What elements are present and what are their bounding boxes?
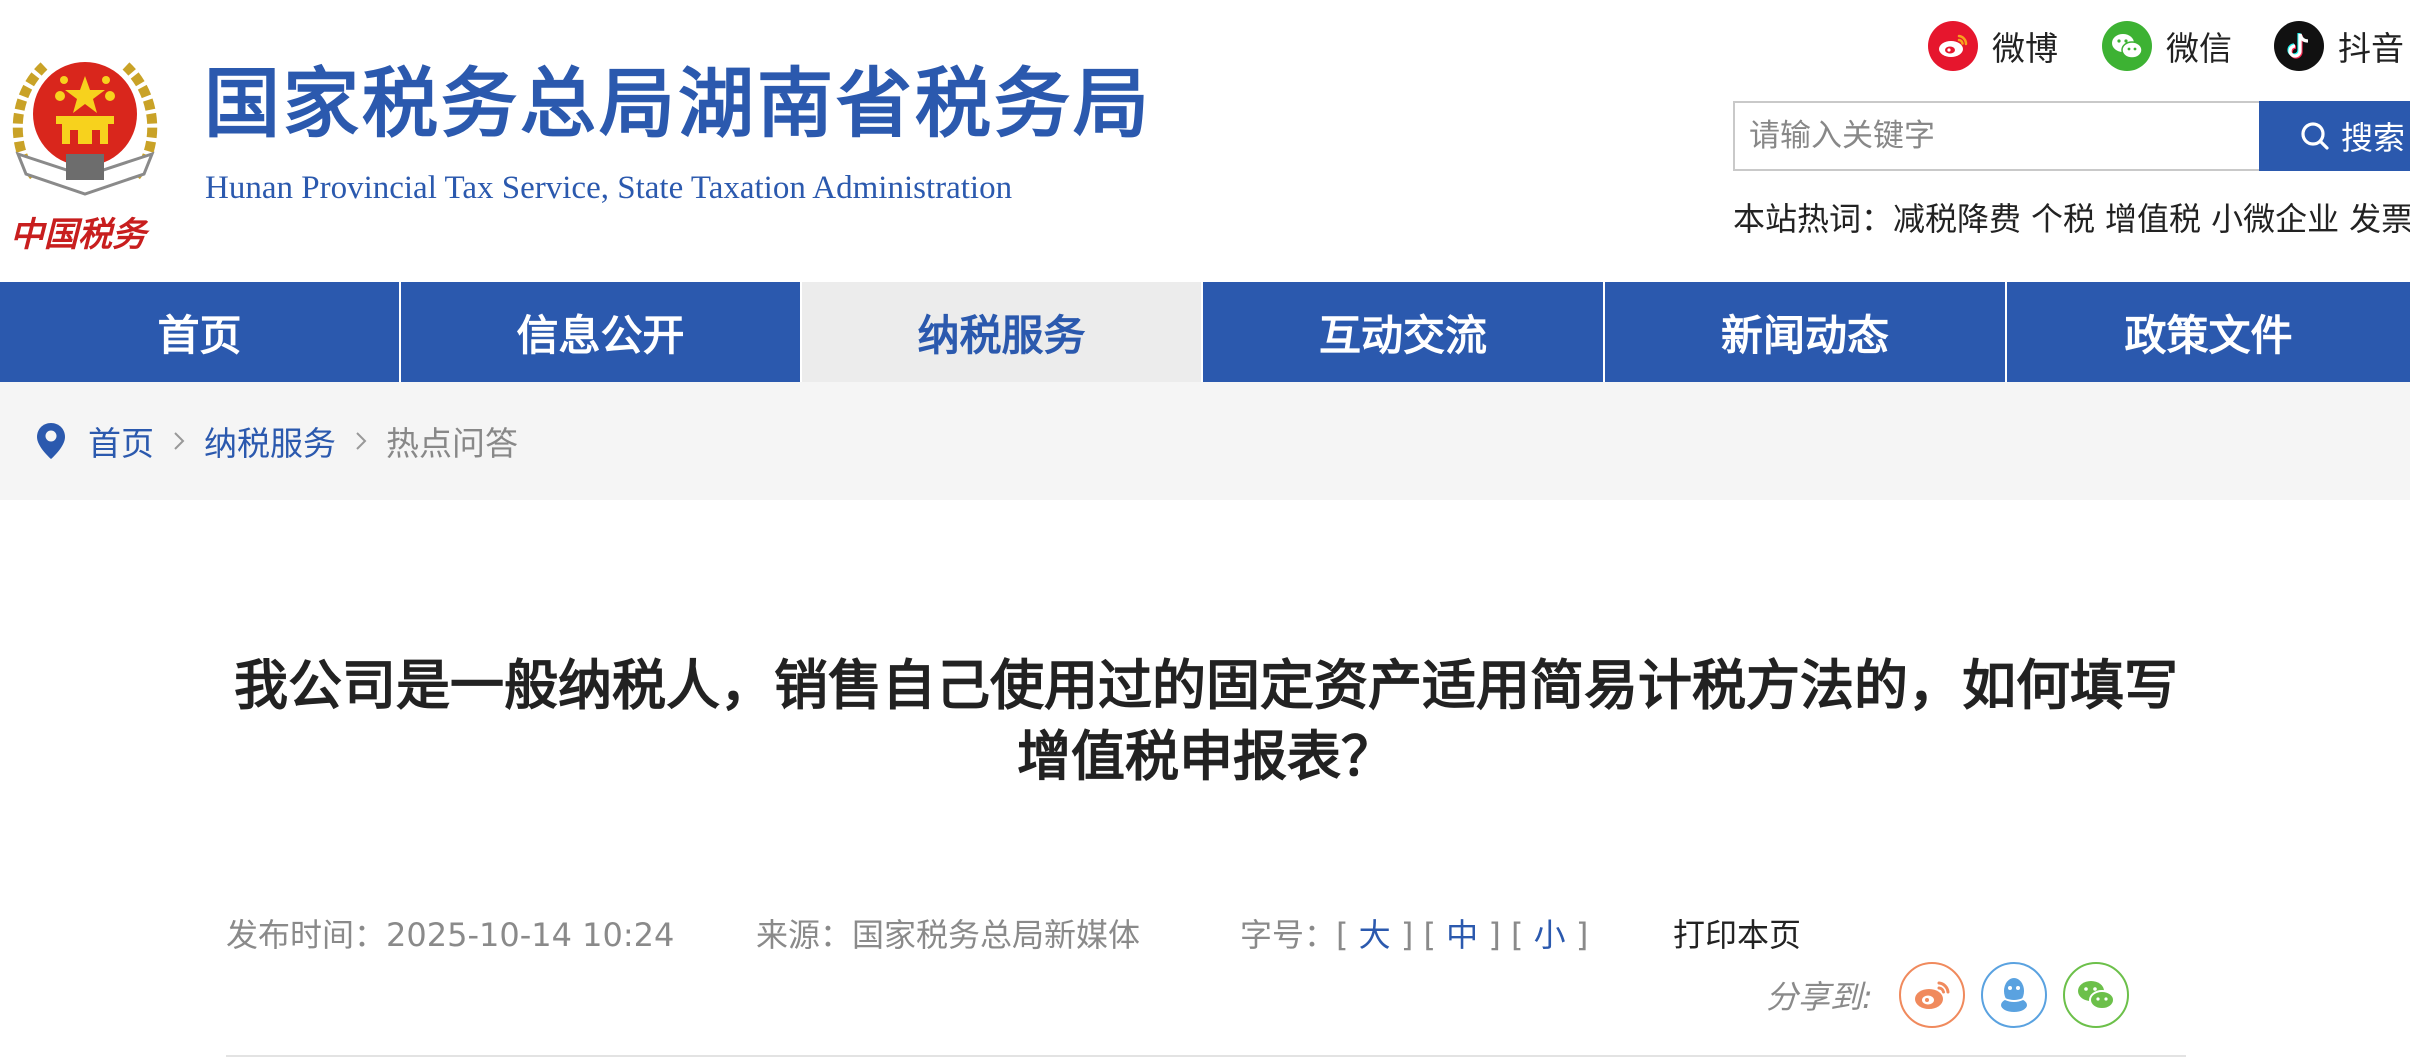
nav-item-policy-docs[interactable]: 政策文件: [2007, 282, 2410, 382]
publish-time-label: 发布时间：: [226, 916, 387, 954]
nav-item-news[interactable]: 新闻动态: [1605, 282, 2007, 382]
font-size-medium[interactable]: 中: [1446, 916, 1478, 954]
source-label: 来源：: [756, 916, 853, 954]
publish-time: 发布时间：2025-10-14 10:24: [226, 910, 674, 956]
nav-item-home[interactable]: 首页: [0, 282, 401, 382]
site-title[interactable]: 国家税务总局湖南省税务局: [204, 66, 1152, 142]
wechat-link[interactable]: 微信: [2102, 20, 2232, 72]
font-size-small[interactable]: 小: [1534, 916, 1566, 954]
wechat-label: 微信: [2166, 29, 2232, 68]
font-size-large[interactable]: 大: [1359, 916, 1391, 954]
breadcrumb-current: 热点问答: [386, 424, 518, 463]
hotword-link[interactable]: 减税降费: [1893, 194, 2021, 240]
weibo-label: 微博: [1992, 29, 2058, 68]
location-pin-icon: [37, 423, 65, 459]
nav-item-interaction[interactable]: 互动交流: [1203, 282, 1605, 382]
hotword-link[interactable]: 个税: [2031, 194, 2095, 240]
douyin-icon: [2274, 21, 2324, 71]
publish-time-value: 2025-10-14 10:24: [386, 916, 675, 954]
search-input[interactable]: [1735, 103, 2259, 169]
search-box: [1733, 101, 2259, 171]
hotword-link[interactable]: 增值税: [2105, 194, 2201, 240]
content-divider: [226, 1055, 2186, 1057]
chevron-right-icon: [354, 429, 368, 453]
article-source: 来源：国家税务总局新媒体: [756, 910, 1140, 956]
wechat-share-icon[interactable]: [2062, 962, 2129, 1028]
search-button[interactable]: 搜索: [2259, 101, 2410, 171]
hotword-link[interactable]: 发票: [2349, 194, 2410, 240]
weibo-icon: [1928, 21, 1978, 71]
site-header: 中国税务 国家税务总局湖南省税务局 Hunan Provincial Tax S…: [0, 0, 2410, 282]
breadcrumb: 首页 纳税服务 热点问答: [0, 382, 2410, 500]
national-emblem-logo[interactable]: 中国税务: [4, 36, 166, 256]
breadcrumb-home[interactable]: 首页: [88, 417, 154, 465]
print-page-link[interactable]: 打印本页: [1673, 910, 1801, 956]
weibo-share-icon[interactable]: [1898, 962, 1965, 1028]
main-nav: 首页 信息公开 纳税服务 互动交流 新闻动态 政策文件: [0, 282, 2410, 382]
chevron-right-icon: [172, 429, 186, 453]
source-value: 国家税务总局新媒体: [852, 916, 1141, 954]
font-size-label: 字号：: [1240, 916, 1337, 954]
hotwords-bar: 本站热词： 减税降费 个税 增值税 小微企业 发票: [1733, 194, 2410, 240]
weibo-link[interactable]: 微博: [1928, 20, 2058, 72]
nav-item-tax-service[interactable]: 纳税服务: [802, 282, 1203, 382]
search-icon: [2301, 122, 2329, 150]
font-size-switcher: 字号：[ 大 ] [ 中 ] [ 小 ]: [1240, 916, 1589, 954]
douyin-link[interactable]: 抖音: [2274, 20, 2404, 72]
qq-share-icon[interactable]: [1980, 962, 2047, 1028]
hotwords-prefix: 本站热词：: [1733, 200, 1894, 238]
wechat-icon: [2102, 21, 2152, 71]
logo-text: 中国税务: [10, 215, 150, 255]
share-label: 分享到:: [1766, 978, 1873, 1016]
article-title: 我公司是一般纳税人，销售自己使用过的固定资产适用简易计税方法的，如何填写增值税申…: [234, 654, 2178, 789]
site-subtitle: Hunan Provincial Tax Service, State Taxa…: [205, 170, 1013, 206]
search-button-label: 搜索: [2341, 119, 2406, 157]
share-bar: 分享到:: [1766, 960, 2145, 1030]
douyin-label: 抖音: [2338, 29, 2404, 68]
nav-item-info-disclosure[interactable]: 信息公开: [401, 282, 802, 382]
breadcrumb-tax-service[interactable]: 纳税服务: [204, 417, 336, 465]
hotword-link[interactable]: 小微企业: [2211, 194, 2339, 240]
